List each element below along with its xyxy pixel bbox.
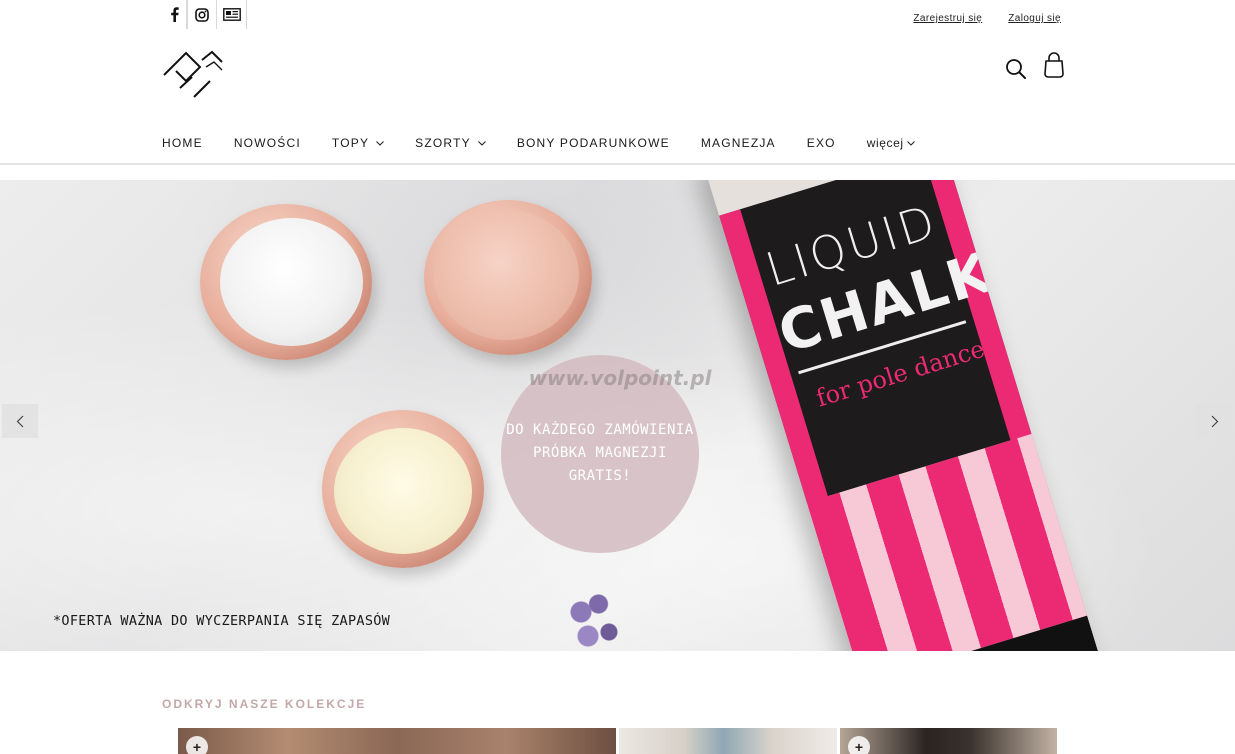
facebook-icon: [170, 7, 179, 22]
cart-button[interactable]: [1042, 52, 1066, 80]
main-navigation: HOME NOWOŚCI TOPY SZORTY BONY PODARUNKOW…: [162, 136, 946, 150]
register-link[interactable]: Zarejestruj się: [913, 13, 982, 24]
plus-icon[interactable]: +: [186, 736, 208, 754]
collection-tile[interactable]: [619, 728, 837, 754]
nav-item-exo[interactable]: EXO: [807, 136, 836, 150]
top-bar: Zarejestruj się Zaloguj się: [0, 0, 1235, 30]
nav-item-bony-podarunkowe[interactable]: BONY PODARUNKOWE: [517, 136, 670, 150]
collections-heading: ODKRYJ NASZE KOLEKCJE: [162, 697, 367, 711]
nav-item-topy[interactable]: TOPY: [331, 136, 385, 150]
search-button[interactable]: [1004, 57, 1028, 81]
lavender-image: [560, 580, 630, 651]
jar-pink-chalk-image: [424, 200, 592, 355]
nav-item-label: NOWOŚCI: [233, 136, 301, 150]
facebook-link[interactable]: [162, 0, 187, 29]
nav-item-magnezja[interactable]: MAGNEZJA: [701, 136, 776, 150]
watermark-text: www.volpoint.pl: [528, 366, 712, 390]
store-logo[interactable]: [162, 50, 224, 100]
instagram-icon: [195, 7, 209, 22]
nav-item-label: MAGNEZJA: [700, 136, 776, 150]
chevron-left-icon: [16, 415, 24, 427]
jar-cream-chalk-image: [322, 410, 484, 568]
nav-divider: [0, 163, 1235, 165]
nav-item-label: TOPY: [331, 136, 370, 150]
blog-icon: [222, 8, 241, 21]
nav-item-szorty[interactable]: SZORTY: [415, 136, 486, 150]
nav-item-label: EXO: [806, 136, 836, 150]
blog-link[interactable]: [217, 0, 247, 29]
jar-white-chalk-image: [200, 204, 372, 360]
chevron-down-icon: [477, 140, 486, 146]
offer-note: *OFERTA WAŻNA DO WYCZERPANIA SIĘ ZAPASÓW: [53, 613, 391, 629]
pa-monogram-logo: [163, 50, 223, 98]
promo-text: DO KAŻDEGO ZAMÓWIENIA PRÓBKA MAGNEZJI GR…: [506, 422, 694, 484]
nav-item-label: SZORTY: [415, 136, 471, 150]
nav-item-home[interactable]: HOME: [162, 136, 203, 150]
plus-icon[interactable]: +: [848, 736, 870, 754]
chevron-down-icon: [906, 140, 915, 146]
search-icon: [1006, 59, 1026, 79]
hero-slider[interactable]: LIQUID CHALK for pole dance www.volpoint…: [0, 180, 1235, 651]
nav-item-label: HOME: [162, 136, 203, 150]
auth-links: Zarejestruj się Zaloguj się: [913, 13, 1061, 24]
collection-tile[interactable]: +: [178, 728, 616, 754]
instagram-link[interactable]: [187, 0, 217, 29]
chevron-down-icon: [376, 140, 385, 146]
chevron-right-icon: [1211, 415, 1219, 427]
slider-prev-button[interactable]: [2, 404, 38, 438]
nav-item-wiecej[interactable]: więcej: [867, 136, 915, 150]
login-link[interactable]: Zaloguj się: [1008, 13, 1061, 24]
nav-item-label: więcej: [866, 136, 904, 150]
nav-item-nowosci[interactable]: NOWOŚCI: [234, 136, 301, 150]
slider-next-button[interactable]: [1197, 404, 1233, 438]
shopping-bag-icon: [1044, 52, 1064, 78]
social-links: [162, 0, 247, 29]
nav-item-label: BONY PODARUNKOWE: [516, 136, 670, 150]
collection-tile[interactable]: +: [840, 728, 1057, 754]
